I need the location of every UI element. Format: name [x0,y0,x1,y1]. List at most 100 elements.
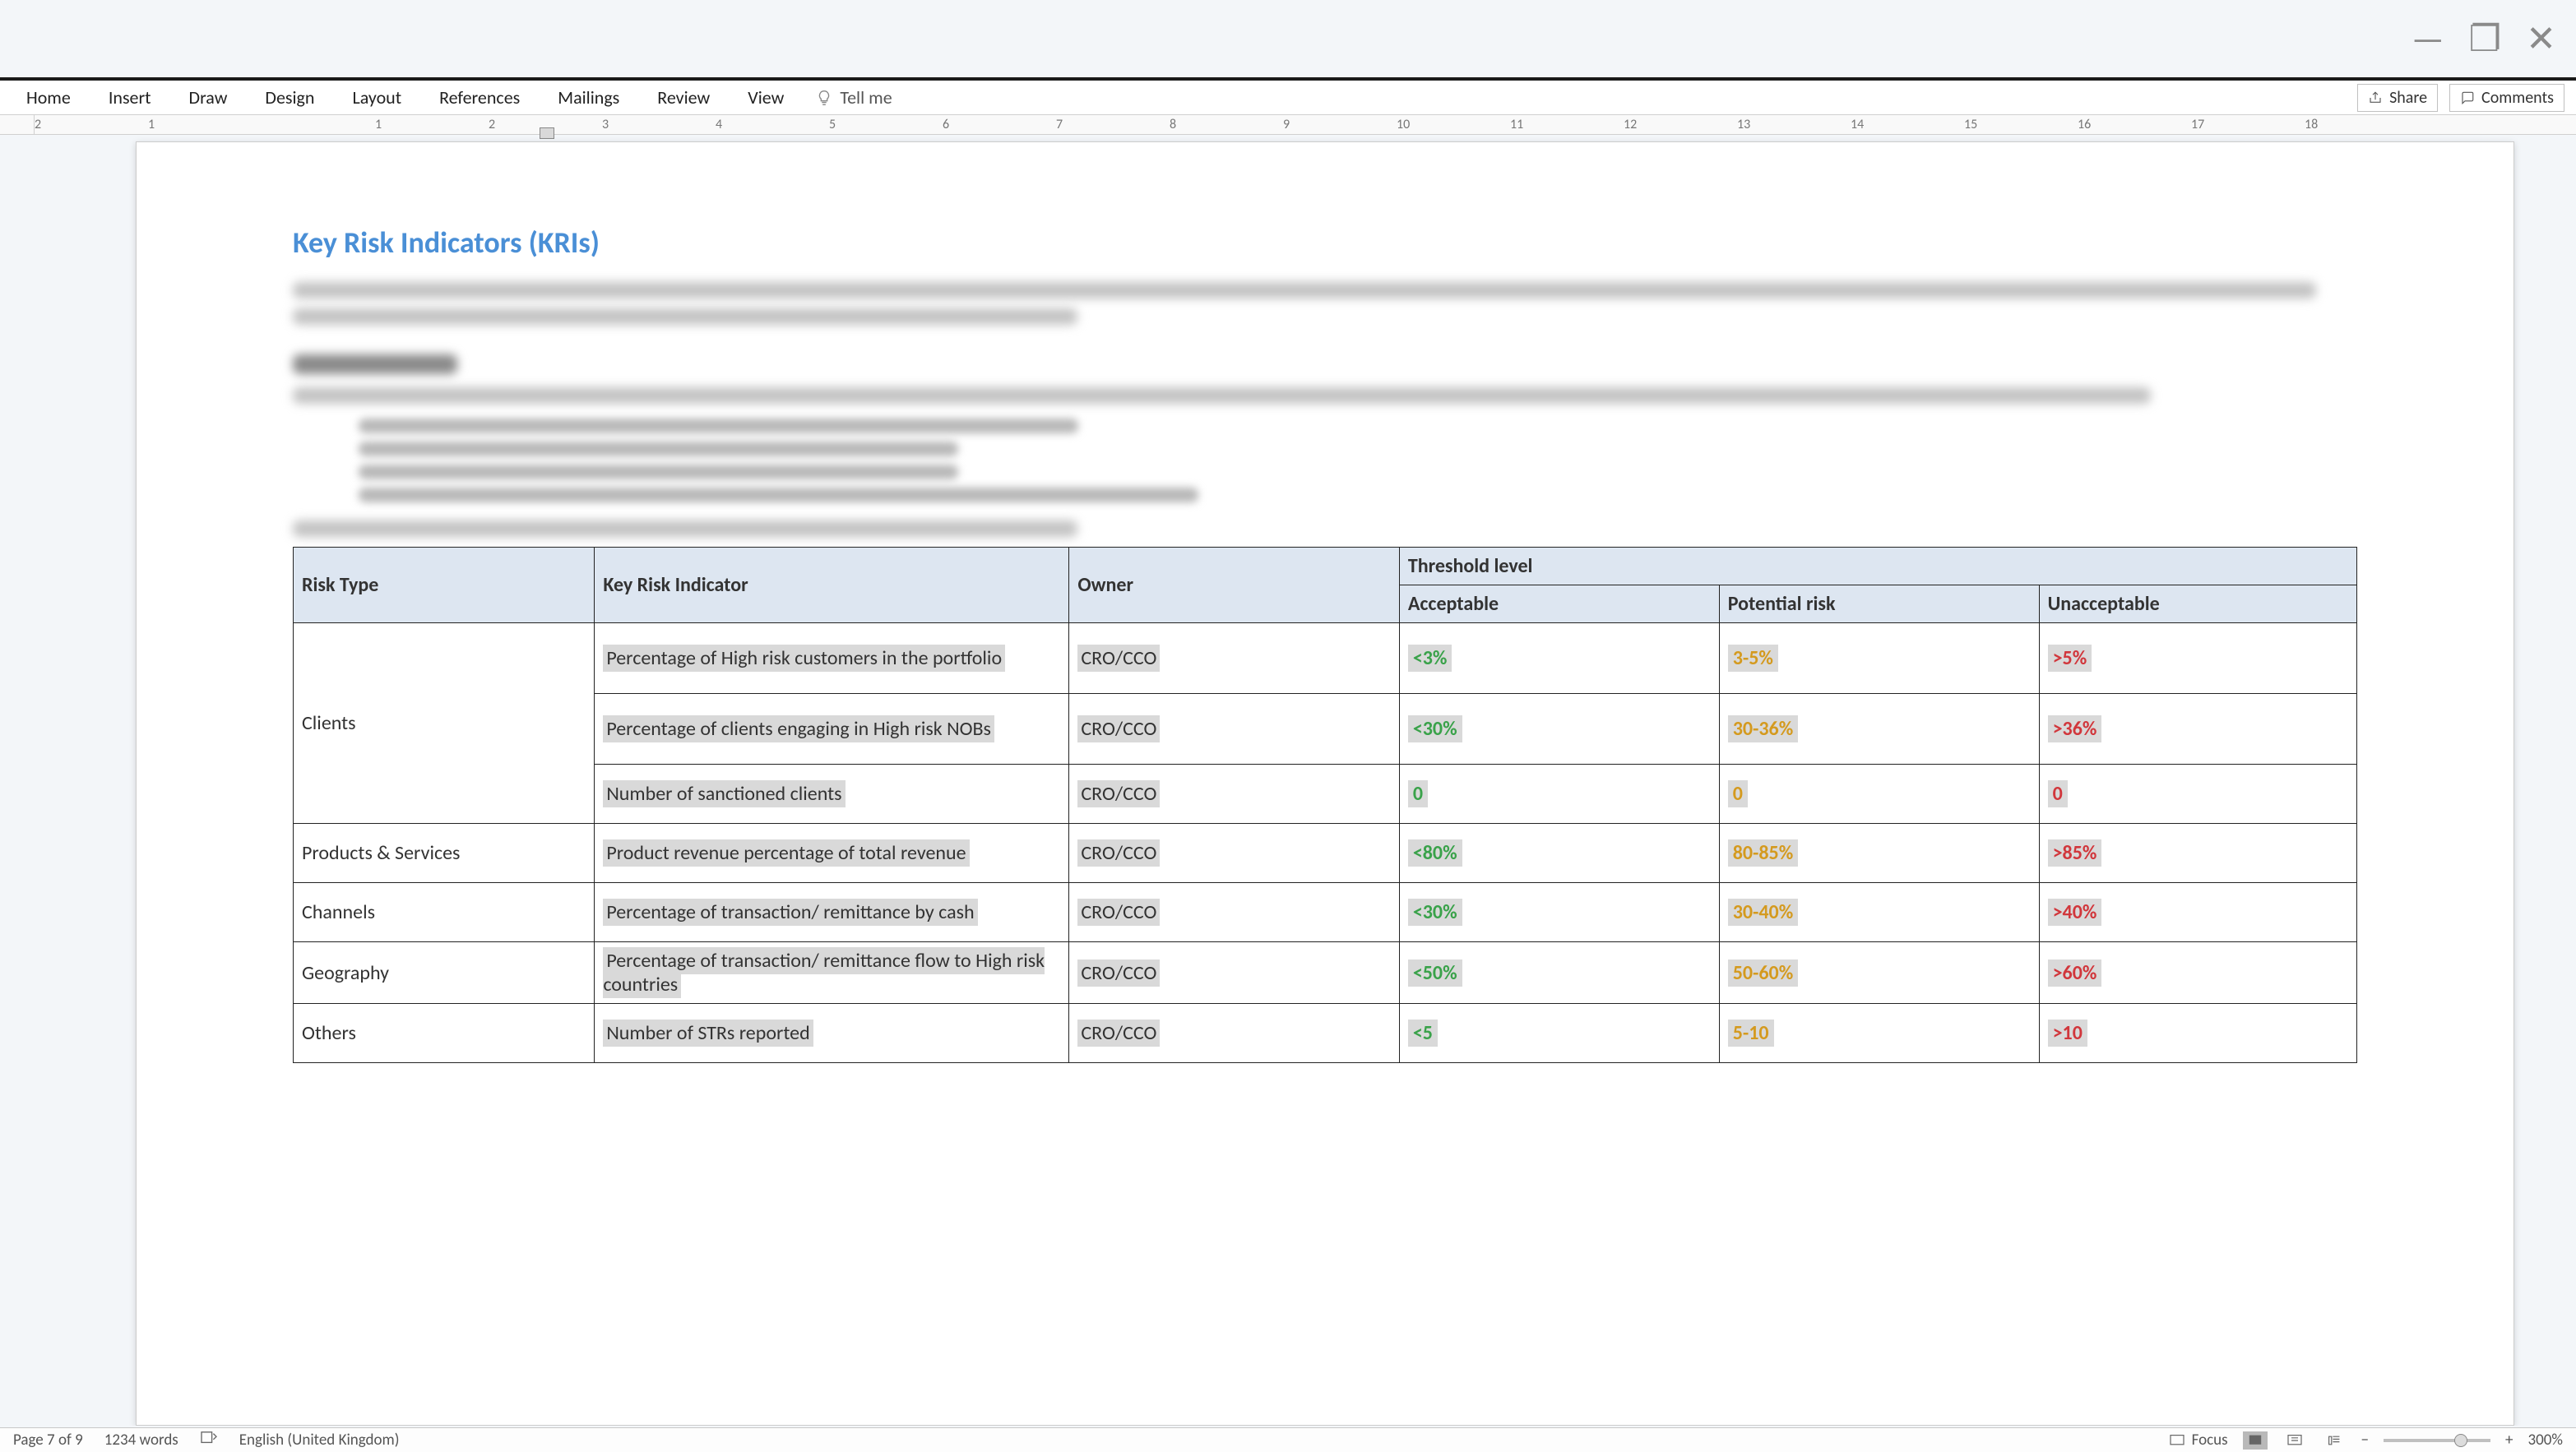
table-row: OthersNumber of STRs reportedCRO/CCO<55-… [294,1004,2357,1063]
cell-owner: CRO/CCO [1069,824,1399,883]
zoom-slider[interactable] [2384,1439,2490,1442]
table-row: Products & ServicesProduct revenue perce… [294,824,2357,883]
focus-label: Focus [2192,1431,2228,1450]
tab-review[interactable]: Review [651,81,716,113]
zoom-out-button[interactable]: − [2361,1431,2369,1450]
focus-icon [2169,1434,2185,1447]
close-button[interactable]: ✕ [2526,16,2556,61]
th-unacceptable: Unacceptable [2039,585,2356,623]
cell-acceptable: <5 [1399,1004,1719,1063]
view-read-mode[interactable] [2282,1431,2307,1450]
cell-kri: Percentage of clients engaging in High r… [595,694,1069,765]
ruler-mark: 7 [1056,117,1063,132]
zoom-in-button[interactable]: + [2505,1431,2513,1450]
blurred-text [293,282,2316,298]
cell-kri: Product revenue percentage of total reve… [595,824,1069,883]
lightbulb-icon [815,89,833,107]
view-web-layout[interactable] [2322,1431,2347,1450]
th-owner: Owner [1069,548,1399,623]
ruler-mark: 16 [2078,117,2091,132]
tellme-input[interactable]: Tell me [815,86,892,109]
cell-kri: Number of sanctioned clients [595,765,1069,824]
document-area[interactable]: Key Risk Indicators (KRIs) Risk Type Key… [0,135,2576,1426]
tab-insert[interactable]: Insert [102,81,158,113]
tab-design[interactable]: Design [258,81,321,113]
cell-kri: Percentage of transaction/ remittance by… [595,883,1069,942]
cell-acceptable: 0 [1399,765,1719,824]
status-language[interactable]: English (United Kingdom) [239,1431,400,1450]
cell-risk-type: Products & Services [294,824,595,883]
blurred-text [293,387,2151,404]
focus-mode-button[interactable]: Focus [2169,1431,2228,1450]
ruler-mark: 3 [602,117,609,132]
cell-acceptable: <30% [1399,694,1719,765]
cell-kri: Number of STRs reported [595,1004,1069,1063]
blurred-text [293,308,1077,325]
cell-unacceptable: >40% [2039,883,2356,942]
tab-draw[interactable]: Draw [183,81,234,113]
cell-acceptable: <50% [1399,942,1719,1004]
zoom-level[interactable]: 300% [2528,1431,2563,1450]
cell-acceptable: <30% [1399,883,1719,942]
tellme-label: Tell me [840,86,892,109]
status-page[interactable]: Page 7 of 9 [13,1431,83,1450]
ruler-mark: 5 [829,117,836,132]
restore-button[interactable]: ❐ [2469,16,2501,61]
cell-risk-type: Clients [294,623,595,824]
table-row: Percentage of clients engaging in High r… [294,694,2357,765]
ruler-mark: 14 [1851,117,1864,132]
cell-potential: 80-85% [1719,824,2039,883]
cell-owner: CRO/CCO [1069,883,1399,942]
th-potential: Potential risk [1719,585,2039,623]
th-kri: Key Risk Indicator [595,548,1069,623]
ruler[interactable]: 21123456789101112131415161718 [0,115,2576,135]
comments-button[interactable]: Comments [2449,84,2564,112]
cell-unacceptable: >60% [2039,942,2356,1004]
th-risk-type: Risk Type [294,548,595,623]
tab-home[interactable]: Home [20,81,77,113]
ruler-mark: 1 [375,117,382,132]
share-button[interactable]: Share [2357,84,2438,112]
cell-potential: 3-5% [1719,623,2039,694]
cell-owner: CRO/CCO [1069,623,1399,694]
cell-unacceptable: >5% [2039,623,2356,694]
page-title: Key Risk Indicators (KRIs) [293,224,2357,261]
cell-unacceptable: >85% [2039,824,2356,883]
ribbon-tabs: Home Insert Draw Design Layout Reference… [0,81,2576,115]
ruler-mark: 18 [2305,117,2318,132]
ruler-mark: 8 [1170,117,1176,132]
tab-mailings[interactable]: Mailings [551,81,626,113]
blurred-heading [293,354,457,374]
view-print-layout[interactable] [2243,1431,2268,1450]
tab-layout[interactable]: Layout [345,81,408,113]
ruler-mark: 2 [35,117,41,132]
cell-risk-type: Channels [294,883,595,942]
indent-marker[interactable] [540,127,554,139]
comments-label: Comments [2481,88,2554,108]
ruler-mark: 6 [943,117,949,132]
blurred-bullets [293,418,2357,502]
cell-owner: CRO/CCO [1069,694,1399,765]
ruler-mark: 11 [1510,117,1523,132]
cell-risk-type: Geography [294,942,595,1004]
titlebar: — ❐ ✕ [0,0,2576,77]
tab-view[interactable]: View [741,81,790,113]
cell-potential: 5-10 [1719,1004,2039,1063]
th-threshold: Threshold level [1399,548,2356,585]
blurred-text [293,520,1077,537]
tab-references[interactable]: References [433,81,526,113]
table-row: ChannelsPercentage of transaction/ remit… [294,883,2357,942]
ruler-mark: 9 [1283,117,1290,132]
cell-acceptable: <3% [1399,623,1719,694]
th-acceptable: Acceptable [1399,585,1719,623]
cell-potential: 0 [1719,765,2039,824]
proofing-icon[interactable] [200,1431,218,1450]
ruler-mark: 4 [716,117,722,132]
page[interactable]: Key Risk Indicators (KRIs) Risk Type Key… [136,141,2514,1426]
cell-unacceptable: >36% [2039,694,2356,765]
minimize-button[interactable]: — [2412,16,2444,61]
status-words[interactable]: 1234 words [104,1431,178,1450]
cell-kri: Percentage of High risk customers in the… [595,623,1069,694]
comment-icon [2460,90,2475,105]
ruler-mark: 10 [1397,117,1410,132]
